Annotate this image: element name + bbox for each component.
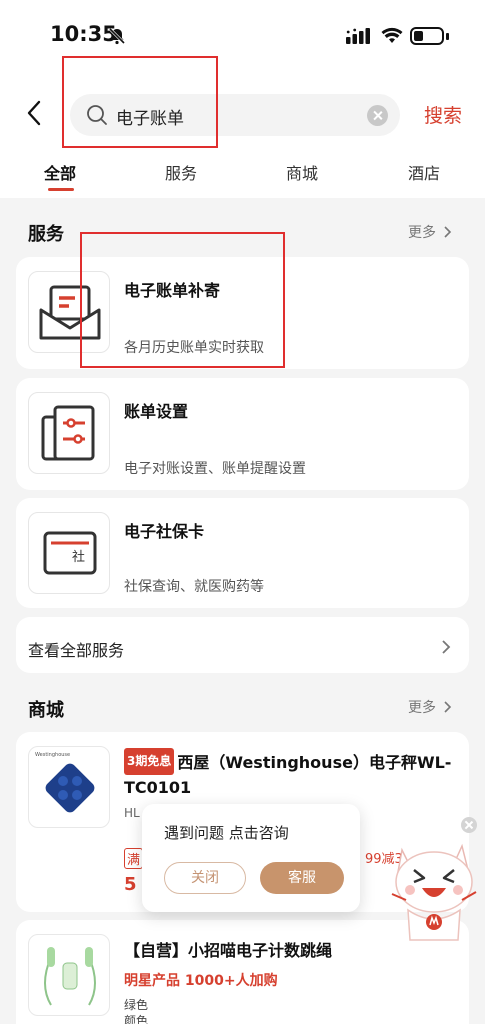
signal-icon — [346, 28, 372, 48]
tab-hotel[interactable]: 酒店 — [408, 160, 440, 184]
close-button[interactable]: 关闭 — [164, 862, 246, 894]
bell-muted-icon — [108, 27, 126, 49]
popup-message: 遇到问题 点击咨询 — [164, 824, 289, 842]
service-desc: 社保查询、就医购药等 — [124, 579, 264, 595]
brand-logo-text: Westinghouse — [35, 752, 71, 758]
installment-tag: 3期免息 — [124, 748, 175, 775]
highlight-box-search — [62, 56, 218, 148]
product-image — [28, 934, 110, 1016]
tab-all[interactable]: 全部 — [44, 160, 76, 184]
customer-service-button[interactable]: 客服 — [260, 862, 344, 894]
tab-services[interactable]: 服务 — [165, 160, 197, 184]
service-desc: 电子对账设置、账单提醒设置 — [124, 461, 306, 477]
active-tab-indicator — [48, 188, 74, 191]
product-price: 5 — [124, 874, 137, 895]
view-all-services-label: 查看全部服务 — [28, 641, 125, 660]
status-bar: 10:35 — [0, 18, 485, 54]
product-image: Westinghouse — [28, 746, 110, 828]
battery-icon — [410, 27, 444, 45]
mall-section-title: 商城 — [28, 700, 64, 721]
battery-tip — [446, 33, 449, 40]
social-security-card-icon: 社 — [28, 512, 110, 594]
chevron-right-icon — [444, 226, 452, 238]
service-title: 账单设置 — [124, 402, 189, 421]
consult-popup: 遇到问题 点击咨询 关闭 客服 — [142, 804, 360, 912]
service-card[interactable]: 社 电子社保卡 社保查询、就医购药等 — [16, 498, 469, 608]
wifi-icon — [381, 27, 403, 48]
more-label: 更多 — [408, 225, 436, 241]
product-title: 3期免息 西屋（Westinghouse）电子秤WL-TC0101 — [124, 748, 464, 800]
chevron-right-icon — [444, 701, 452, 713]
product-promo: 明星产品 1000+人加购 — [124, 973, 278, 989]
discount-tag: 满 — [124, 848, 144, 869]
product-color-field: 颜色 — [124, 1014, 149, 1024]
more-label: 更多 — [408, 700, 436, 716]
status-time: 10:35 — [50, 22, 117, 46]
highlight-box-service — [80, 232, 285, 368]
services-more-link[interactable]: 更多 — [408, 222, 452, 242]
bill-settings-icon — [28, 392, 110, 474]
product-spec: HL — [124, 806, 140, 820]
mall-more-link[interactable]: 更多 — [408, 697, 452, 717]
tab-mall[interactable]: 商城 — [286, 160, 318, 184]
clear-search-icon[interactable] — [367, 105, 388, 126]
service-card[interactable]: 账单设置 电子对账设置、账单提醒设置 — [16, 378, 469, 490]
back-arrow-icon[interactable] — [24, 98, 44, 132]
product-color: 绿色 — [124, 998, 149, 1012]
card-icon-text: 社 — [72, 550, 86, 565]
services-section-title: 服务 — [28, 224, 64, 245]
chevron-right-icon — [441, 639, 451, 659]
service-title: 电子社保卡 — [124, 522, 205, 541]
mascot-cat-icon[interactable] — [388, 830, 480, 946]
search-button[interactable]: 搜索 — [424, 101, 462, 128]
